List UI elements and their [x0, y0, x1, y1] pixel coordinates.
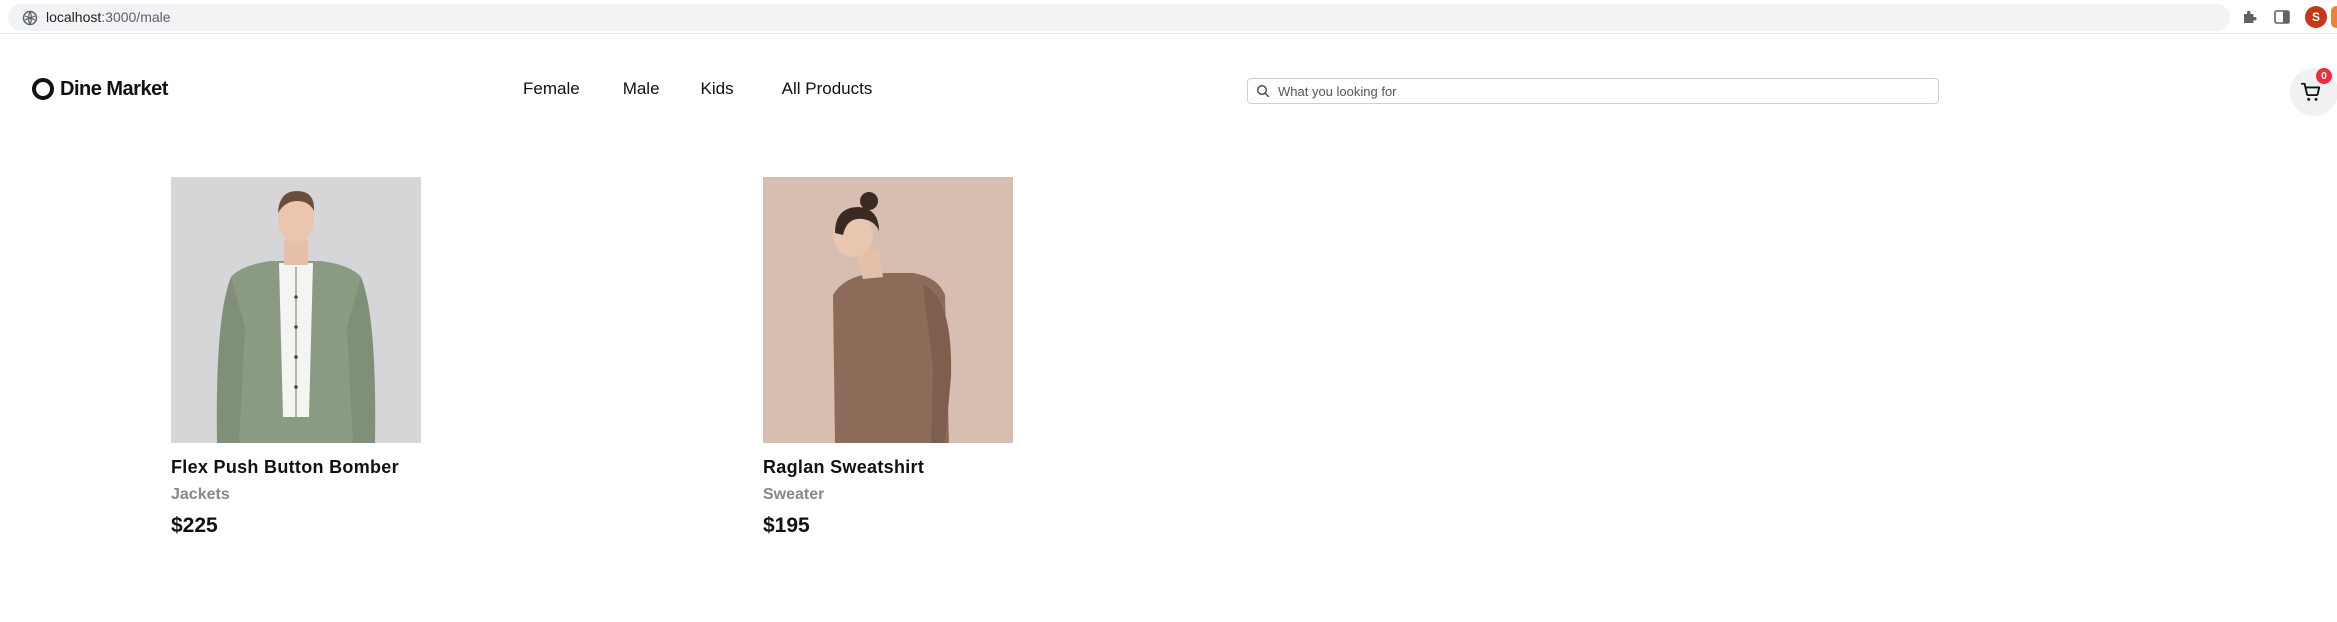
- product-card[interactable]: Flex Push Button Bomber Jackets $225: [171, 177, 431, 538]
- extension-badge[interactable]: [2331, 6, 2337, 28]
- product-category: Sweater: [763, 486, 825, 503]
- search-input[interactable]: [1276, 82, 1916, 100]
- search-icon: [1256, 84, 1270, 98]
- product-title[interactable]: Raglan Sweatshirt: [763, 457, 1023, 478]
- product-category: Jackets: [171, 486, 230, 503]
- cart-count-badge: 0: [2316, 68, 2332, 84]
- site-info-icon[interactable]: [22, 10, 38, 26]
- search-box: [1247, 78, 1939, 104]
- browser-toolbar: localhost:3000/male S: [0, 0, 2337, 34]
- nav-item-male[interactable]: Male: [623, 79, 660, 99]
- site-logo[interactable]: Dine Market: [32, 76, 168, 102]
- nav-item-all-products[interactable]: All Products: [782, 79, 873, 99]
- profile-avatar[interactable]: S: [2305, 6, 2327, 28]
- product-price: $195: [763, 514, 810, 537]
- logo-text: Dine Market: [60, 77, 168, 100]
- nav-item-female[interactable]: Female: [523, 79, 580, 99]
- url-text[interactable]: localhost:3000/male: [46, 9, 171, 26]
- extensions-icon[interactable]: [2241, 8, 2259, 26]
- logo-ring-icon: [32, 78, 54, 100]
- url-path: :3000/male: [101, 9, 171, 25]
- shopping-cart-icon: [2300, 82, 2321, 101]
- product-price: $225: [171, 514, 218, 537]
- product-image[interactable]: [171, 177, 421, 443]
- product-image[interactable]: [763, 177, 1013, 443]
- side-panel-icon[interactable]: [2273, 8, 2291, 26]
- main-nav: Female Male Kids All Products: [523, 79, 872, 99]
- address-bar[interactable]: localhost:3000/male: [8, 4, 2230, 31]
- product-card[interactable]: Raglan Sweatshirt Sweater $195: [763, 177, 1023, 538]
- cart-button[interactable]: 0: [2290, 68, 2337, 116]
- product-title[interactable]: Flex Push Button Bomber: [171, 457, 431, 478]
- nav-item-kids[interactable]: Kids: [701, 79, 734, 99]
- profile-initial: S: [2311, 10, 2320, 24]
- url-host: localhost: [46, 9, 102, 25]
